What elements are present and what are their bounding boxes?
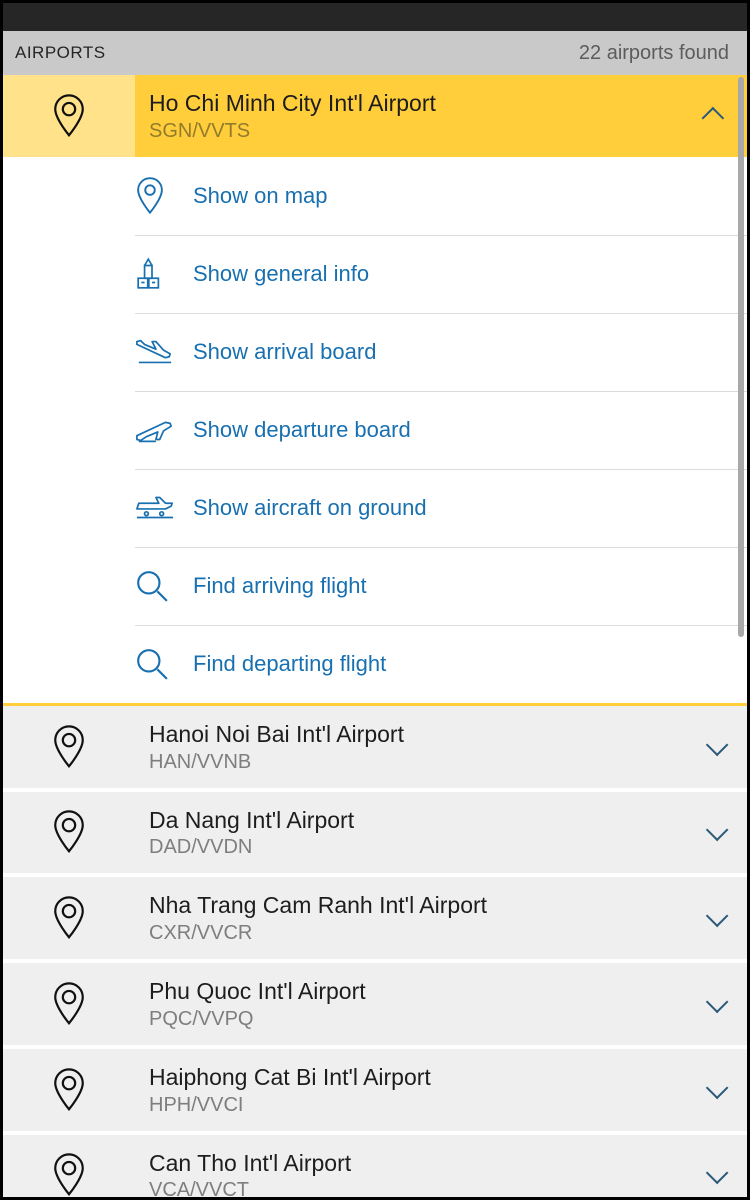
pin-icon [3, 792, 135, 874]
map-pin-icon [135, 177, 193, 215]
airport-code: CXR/VVCR [149, 922, 683, 945]
airport-row[interactable]: Da Nang Int'l Airport DAD/VVDN [3, 792, 747, 878]
pin-icon [3, 1135, 135, 1200]
results-count: 22 airports found [579, 42, 729, 65]
plane-arrival-icon [135, 337, 193, 367]
expand-toggle[interactable] [683, 706, 747, 788]
airport-name: Hanoi Noi Bai Int'l Airport [149, 720, 683, 749]
expand-toggle[interactable] [683, 792, 747, 874]
airport-code: DAD/VVDN [149, 836, 683, 859]
pin-icon [3, 706, 135, 788]
action-label: Show aircraft on ground [193, 495, 427, 521]
action-find-departing[interactable]: Find departing flight [135, 625, 747, 703]
pin-icon [3, 75, 135, 157]
airport-row[interactable]: Ho Chi Minh City Int'l Airport SGN/VVTS [3, 75, 747, 157]
chevron-down-icon [706, 1162, 729, 1185]
chevron-down-icon [706, 819, 729, 842]
airport-row[interactable]: Haiphong Cat Bi Int'l Airport HPH/VVCI [3, 1049, 747, 1135]
airport-name: Ho Chi Minh City Int'l Airport [149, 89, 683, 118]
airport-name: Haiphong Cat Bi Int'l Airport [149, 1063, 683, 1092]
airport-actions: Show on map Show general info Show arriv… [3, 157, 747, 706]
chevron-up-icon [702, 107, 725, 130]
expand-toggle[interactable] [683, 877, 747, 959]
pin-icon [3, 877, 135, 959]
action-arrival-board[interactable]: Show arrival board [135, 313, 747, 391]
plane-departure-icon [135, 415, 193, 445]
search-icon [135, 569, 193, 603]
plane-ground-icon [135, 495, 193, 521]
airport-row[interactable]: Nha Trang Cam Ranh Int'l Airport CXR/VVC… [3, 877, 747, 963]
expand-toggle[interactable] [683, 1049, 747, 1131]
action-departure-board[interactable]: Show departure board [135, 391, 747, 469]
tower-icon [135, 257, 193, 291]
action-aircraft-on-ground[interactable]: Show aircraft on ground [135, 469, 747, 547]
action-show-on-map[interactable]: Show on map [135, 157, 747, 235]
airport-code: SGN/VVTS [149, 120, 683, 143]
airport-name: Can Tho Int'l Airport [149, 1149, 683, 1178]
chevron-down-icon [706, 1076, 729, 1099]
pin-icon [3, 1049, 135, 1131]
chevron-down-icon [706, 733, 729, 756]
airport-code: HAN/VVNB [149, 751, 683, 774]
action-general-info[interactable]: Show general info [135, 235, 747, 313]
expand-toggle[interactable] [683, 963, 747, 1045]
airport-name: Phu Quoc Int'l Airport [149, 977, 683, 1006]
action-label: Show general info [193, 261, 369, 287]
scrollbar-thumb[interactable] [738, 77, 744, 637]
airport-row[interactable]: Phu Quoc Int'l Airport PQC/VVPQ [3, 963, 747, 1049]
airport-code: PQC/VVPQ [149, 1008, 683, 1031]
action-label: Find arriving flight [193, 573, 367, 599]
top-bar [3, 3, 747, 31]
action-label: Find departing flight [193, 651, 386, 677]
airport-name: Da Nang Int'l Airport [149, 806, 683, 835]
search-icon [135, 647, 193, 681]
section-title: AIRPORTS [15, 43, 106, 63]
action-label: Show arrival board [193, 339, 376, 365]
airport-row[interactable]: Hanoi Noi Bai Int'l Airport HAN/VVNB [3, 706, 747, 792]
action-label: Show on map [193, 183, 328, 209]
action-find-arriving[interactable]: Find arriving flight [135, 547, 747, 625]
airport-code: VCA/VVCT [149, 1179, 683, 1200]
chevron-down-icon [706, 990, 729, 1013]
pin-icon [3, 963, 135, 1045]
chevron-down-icon [706, 905, 729, 928]
airport-row[interactable]: Can Tho Int'l Airport VCA/VVCT [3, 1135, 747, 1200]
airport-name: Nha Trang Cam Ranh Int'l Airport [149, 891, 683, 920]
section-header: AIRPORTS 22 airports found [3, 31, 747, 75]
airport-code: HPH/VVCI [149, 1094, 683, 1117]
expand-toggle[interactable] [683, 1135, 747, 1200]
action-label: Show departure board [193, 417, 411, 443]
